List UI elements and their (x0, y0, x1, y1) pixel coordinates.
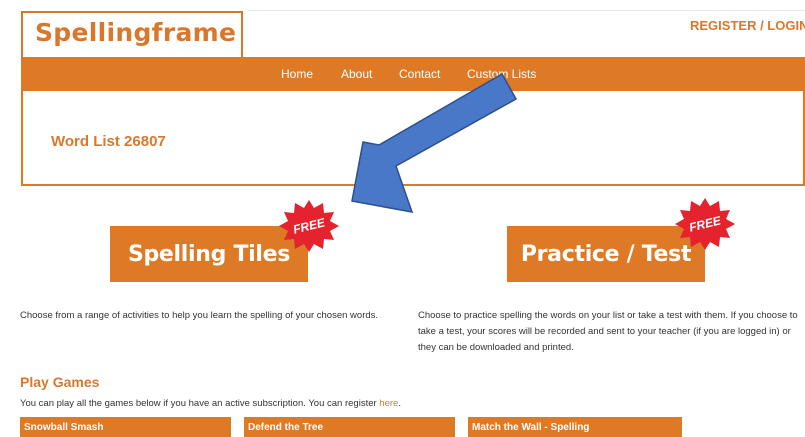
annotation-arrow-icon (351, 72, 518, 213)
